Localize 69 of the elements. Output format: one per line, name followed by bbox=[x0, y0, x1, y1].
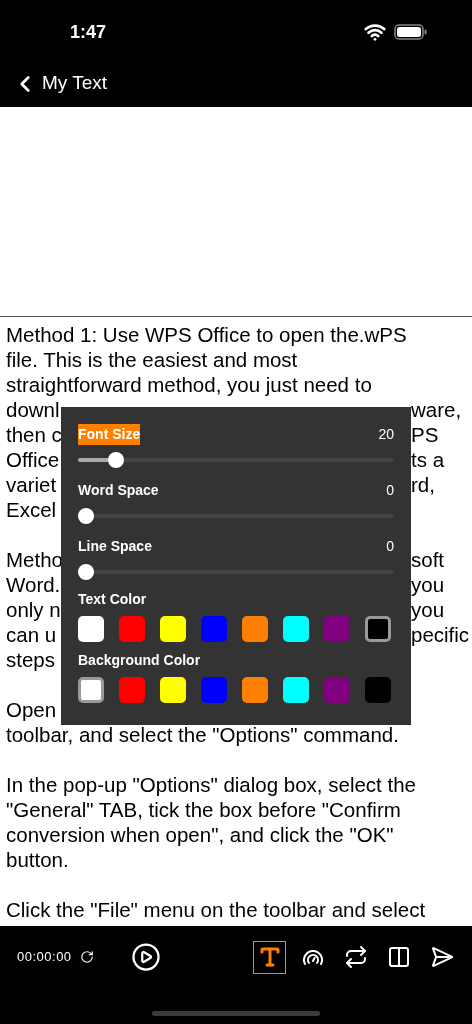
slider[interactable] bbox=[78, 508, 394, 524]
color-swatch[interactable] bbox=[201, 677, 227, 703]
send-icon bbox=[429, 945, 454, 969]
split-layout-icon bbox=[386, 945, 411, 969]
slider-value: 20 bbox=[378, 424, 394, 444]
slider-label: Font Size bbox=[78, 423, 141, 445]
text-format-button[interactable] bbox=[253, 940, 286, 974]
document-text-line: steps bbox=[6, 647, 55, 672]
repeat-icon bbox=[343, 945, 368, 969]
document-text-line: file. This is the easiest and most bbox=[6, 347, 298, 372]
slider-value: 0 bbox=[386, 480, 394, 500]
back-button[interactable]: My Text bbox=[12, 69, 108, 98]
document-text-line: Office bbox=[6, 448, 60, 471]
color-swatch[interactable] bbox=[283, 677, 309, 703]
document-text-line: straightforward method, you just need to bbox=[6, 372, 372, 397]
document-text-line: only n bbox=[6, 598, 61, 621]
color-swatch[interactable] bbox=[119, 616, 145, 642]
color-swatch[interactable] bbox=[365, 616, 391, 642]
document-text-line: can u bbox=[6, 623, 57, 646]
color-swatch[interactable] bbox=[283, 616, 309, 642]
slider[interactable] bbox=[78, 564, 394, 580]
document-text-line: variet bbox=[6, 473, 57, 496]
document-text-line: pecific bbox=[411, 622, 470, 647]
color-swatch[interactable] bbox=[242, 677, 268, 703]
color-swatch[interactable] bbox=[324, 677, 350, 703]
color-swatch[interactable] bbox=[78, 677, 104, 703]
elapsed-time: 00:00:00 bbox=[17, 948, 72, 967]
slider-thumb[interactable] bbox=[108, 452, 124, 468]
slider-label: Line Space bbox=[78, 536, 152, 556]
slider-thumb[interactable] bbox=[78, 564, 94, 580]
document-text-line: Open bbox=[6, 697, 57, 722]
document-text-line: "General" TAB, tick the box before "Confirm bbox=[6, 797, 401, 822]
document-text-line: rd, bbox=[411, 472, 435, 497]
color-swatch[interactable] bbox=[119, 677, 145, 703]
document-text-line: Method 1: Use WPS Office to open the.wPS bbox=[6, 322, 407, 347]
document-text-line: ware, bbox=[411, 397, 462, 422]
wifi-icon bbox=[364, 21, 386, 43]
slider-thumb[interactable] bbox=[78, 508, 94, 524]
document-text-line: toolbar, and select the "Options" command. bbox=[6, 722, 399, 747]
color-swatch[interactable] bbox=[160, 677, 186, 703]
color-swatch[interactable] bbox=[365, 677, 391, 703]
document-text-line: PS bbox=[411, 422, 439, 447]
color-swatch[interactable] bbox=[160, 616, 186, 642]
document-text-line: conversion when open", and click the "OK" bbox=[6, 822, 394, 847]
color-swatch[interactable] bbox=[78, 616, 104, 642]
status-time: 1:47 bbox=[70, 20, 107, 44]
document-text-line: Excel bbox=[6, 497, 57, 522]
color-group-label: Text Color bbox=[78, 590, 148, 609]
document-text-line: downl bbox=[6, 398, 60, 421]
document-text-line: In the pop-up "Options" dialog box, select the bbox=[6, 772, 416, 797]
slider-value: 0 bbox=[386, 536, 394, 556]
document-text-line: Click the "File" menu on the toolbar and select bbox=[6, 897, 426, 922]
document-text-line: Metho bbox=[6, 548, 63, 571]
color-swatch[interactable] bbox=[201, 616, 227, 642]
slider[interactable] bbox=[78, 452, 394, 468]
document-text-line: button. bbox=[6, 847, 69, 872]
battery-icon bbox=[394, 24, 428, 40]
color-group-label: Background Color bbox=[78, 651, 202, 670]
document-text-line: you bbox=[411, 597, 445, 622]
color-swatch[interactable] bbox=[242, 616, 268, 642]
color-swatch[interactable] bbox=[324, 616, 350, 642]
slider-label: Word Space bbox=[78, 480, 159, 500]
document-text-line: soft bbox=[411, 547, 445, 572]
document-text-line: then c bbox=[6, 423, 62, 446]
document-text-line: ts a bbox=[411, 447, 445, 472]
play-icon[interactable] bbox=[130, 942, 161, 972]
timer-icon[interactable] bbox=[79, 950, 94, 964]
document-text-line: you bbox=[411, 572, 445, 597]
document-text-line: Word. bbox=[6, 573, 61, 596]
